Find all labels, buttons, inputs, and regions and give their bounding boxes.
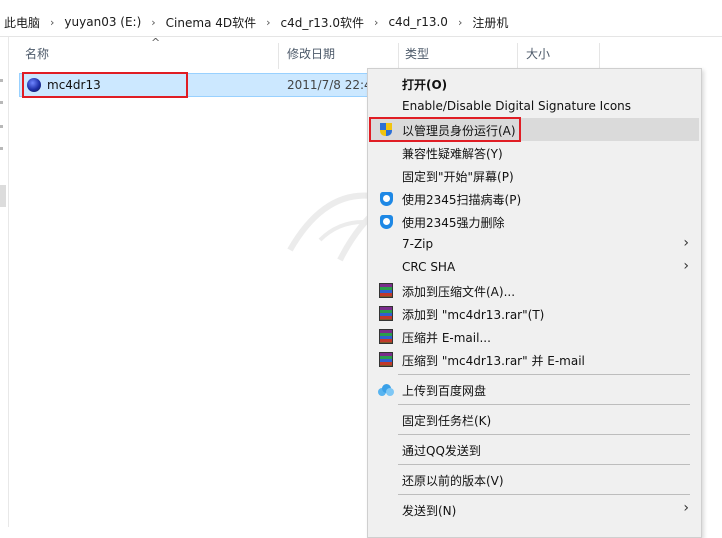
submenu-arrow-icon: › — [683, 258, 689, 274]
menu-item-open[interactable]: 打开(O) — [370, 72, 699, 95]
column-name[interactable]: 名称 — [25, 37, 49, 71]
column-header: ^ 名称 修改日期 类型 大小 — [9, 36, 722, 71]
menu-item-add-to-rar[interactable]: 添加到 "mc4dr13.rar"(T) — [370, 302, 699, 325]
menu-item-label: 压缩并 E-mail... — [402, 331, 491, 345]
nav-scroll-thumb[interactable] — [0, 185, 6, 207]
menu-item-label: 添加到压缩文件(A)... — [402, 285, 516, 299]
menu-item-label: 使用2345扫描病毒(P) — [402, 193, 522, 207]
breadcrumb-drive[interactable]: yuyan03 (E:) — [60, 15, 145, 29]
breadcrumb-c4d-software[interactable]: c4d_r13.0软件 — [277, 14, 369, 31]
breadcrumb-c4d-r13[interactable]: c4d_r13.0 — [384, 15, 452, 29]
column-divider[interactable] — [599, 43, 600, 69]
chevron-right-icon[interactable]: › — [145, 16, 161, 29]
submenu-arrow-icon: › — [683, 500, 689, 516]
menu-item-label: 兼容性疑难解答(Y) — [402, 147, 503, 161]
column-date[interactable]: 修改日期 — [287, 37, 335, 71]
menu-item-crc-sha[interactable]: CRC SHA › — [370, 256, 699, 279]
menu-item-label: Enable/Disable Digital Signature Icons — [402, 99, 632, 113]
baidu-cloud-icon — [378, 382, 394, 398]
nav-pin-icon — [0, 101, 3, 104]
menu-item-qq-send[interactable]: 通过QQ发送到 — [370, 438, 699, 461]
menu-item-label: CRC SHA — [402, 260, 456, 274]
menu-item-restore-versions[interactable]: 还原以前的版本(V) — [370, 468, 699, 491]
menu-item-label: 还原以前的版本(V) — [402, 474, 504, 488]
menu-item-label: 添加到 "mc4dr13.rar"(T) — [402, 308, 545, 322]
menu-item-2345-scan[interactable]: 使用2345扫描病毒(P) — [370, 187, 699, 210]
menu-item-label: 固定到"开始"屏幕(P) — [402, 170, 514, 184]
address-bar[interactable]: 此电脑 › yuyan03 (E:) › Cinema 4D软件 › c4d_r… — [0, 0, 722, 37]
breadcrumb-cinema4d[interactable]: Cinema 4D软件 — [162, 14, 260, 31]
breadcrumb-this-pc[interactable]: 此电脑 — [0, 14, 44, 31]
menu-item-label: 上传到百度网盘 — [402, 384, 487, 398]
2345-shield-icon — [378, 191, 394, 207]
menu-separator — [398, 374, 690, 375]
2345-shield-icon — [378, 214, 394, 230]
menu-item-label: 通过QQ发送到 — [402, 444, 481, 458]
menu-item-pin-taskbar[interactable]: 固定到任务栏(K) — [370, 408, 699, 431]
sort-ascending-icon: ^ — [151, 36, 161, 49]
navigation-pane[interactable] — [0, 37, 9, 527]
menu-item-send-to[interactable]: 发送到(N) › — [370, 498, 699, 521]
menu-separator — [398, 404, 690, 405]
column-type[interactable]: 类型 — [405, 37, 429, 71]
menu-item-label: 7-Zip — [402, 237, 434, 251]
nav-pin-icon — [0, 125, 3, 128]
menu-separator — [398, 494, 690, 495]
chevron-right-icon[interactable]: › — [44, 16, 60, 29]
column-divider[interactable] — [517, 43, 518, 69]
menu-item-label: 固定到任务栏(K) — [402, 414, 492, 428]
breadcrumb-keygen[interactable]: 注册机 — [468, 14, 512, 31]
menu-item-label: 使用2345强力删除 — [402, 216, 505, 230]
winrar-icon — [378, 352, 394, 368]
annotation-highlight-run-as-admin — [369, 117, 521, 142]
menu-separator — [398, 464, 690, 465]
column-divider[interactable] — [278, 43, 279, 69]
nav-pin-icon — [0, 79, 3, 82]
menu-item-digital-signature[interactable]: Enable/Disable Digital Signature Icons — [370, 95, 699, 118]
menu-item-label: 发送到(N) — [402, 504, 457, 518]
menu-item-7zip[interactable]: 7-Zip › — [370, 233, 699, 256]
menu-item-compress-rar-email[interactable]: 压缩到 "mc4dr13.rar" 并 E-mail — [370, 348, 699, 371]
column-divider[interactable] — [398, 43, 399, 69]
annotation-highlight-file — [22, 72, 188, 98]
column-size[interactable]: 大小 — [526, 37, 550, 71]
breadcrumb: 此电脑 › yuyan03 (E:) › Cinema 4D软件 › c4d_r… — [0, 13, 722, 31]
winrar-icon — [378, 329, 394, 345]
menu-item-label: 压缩到 "mc4dr13.rar" 并 E-mail — [402, 354, 585, 368]
menu-item-label: 打开(O) — [402, 78, 448, 92]
menu-item-compress-email[interactable]: 压缩并 E-mail... — [370, 325, 699, 348]
menu-item-pin-start[interactable]: 固定到"开始"屏幕(P) — [370, 164, 699, 187]
winrar-icon — [378, 283, 394, 299]
menu-item-2345-delete[interactable]: 使用2345强力删除 — [370, 210, 699, 233]
menu-item-compatibility[interactable]: 兼容性疑难解答(Y) — [370, 141, 699, 164]
chevron-right-icon[interactable]: › — [260, 16, 276, 29]
chevron-right-icon[interactable]: › — [452, 16, 468, 29]
menu-separator — [398, 434, 690, 435]
menu-item-baidu-upload[interactable]: 上传到百度网盘 — [370, 378, 699, 401]
chevron-right-icon[interactable]: › — [368, 16, 384, 29]
winrar-icon — [378, 306, 394, 322]
submenu-arrow-icon: › — [683, 235, 689, 251]
menu-item-add-archive[interactable]: 添加到压缩文件(A)... — [370, 279, 699, 302]
nav-pin-icon — [0, 147, 3, 150]
